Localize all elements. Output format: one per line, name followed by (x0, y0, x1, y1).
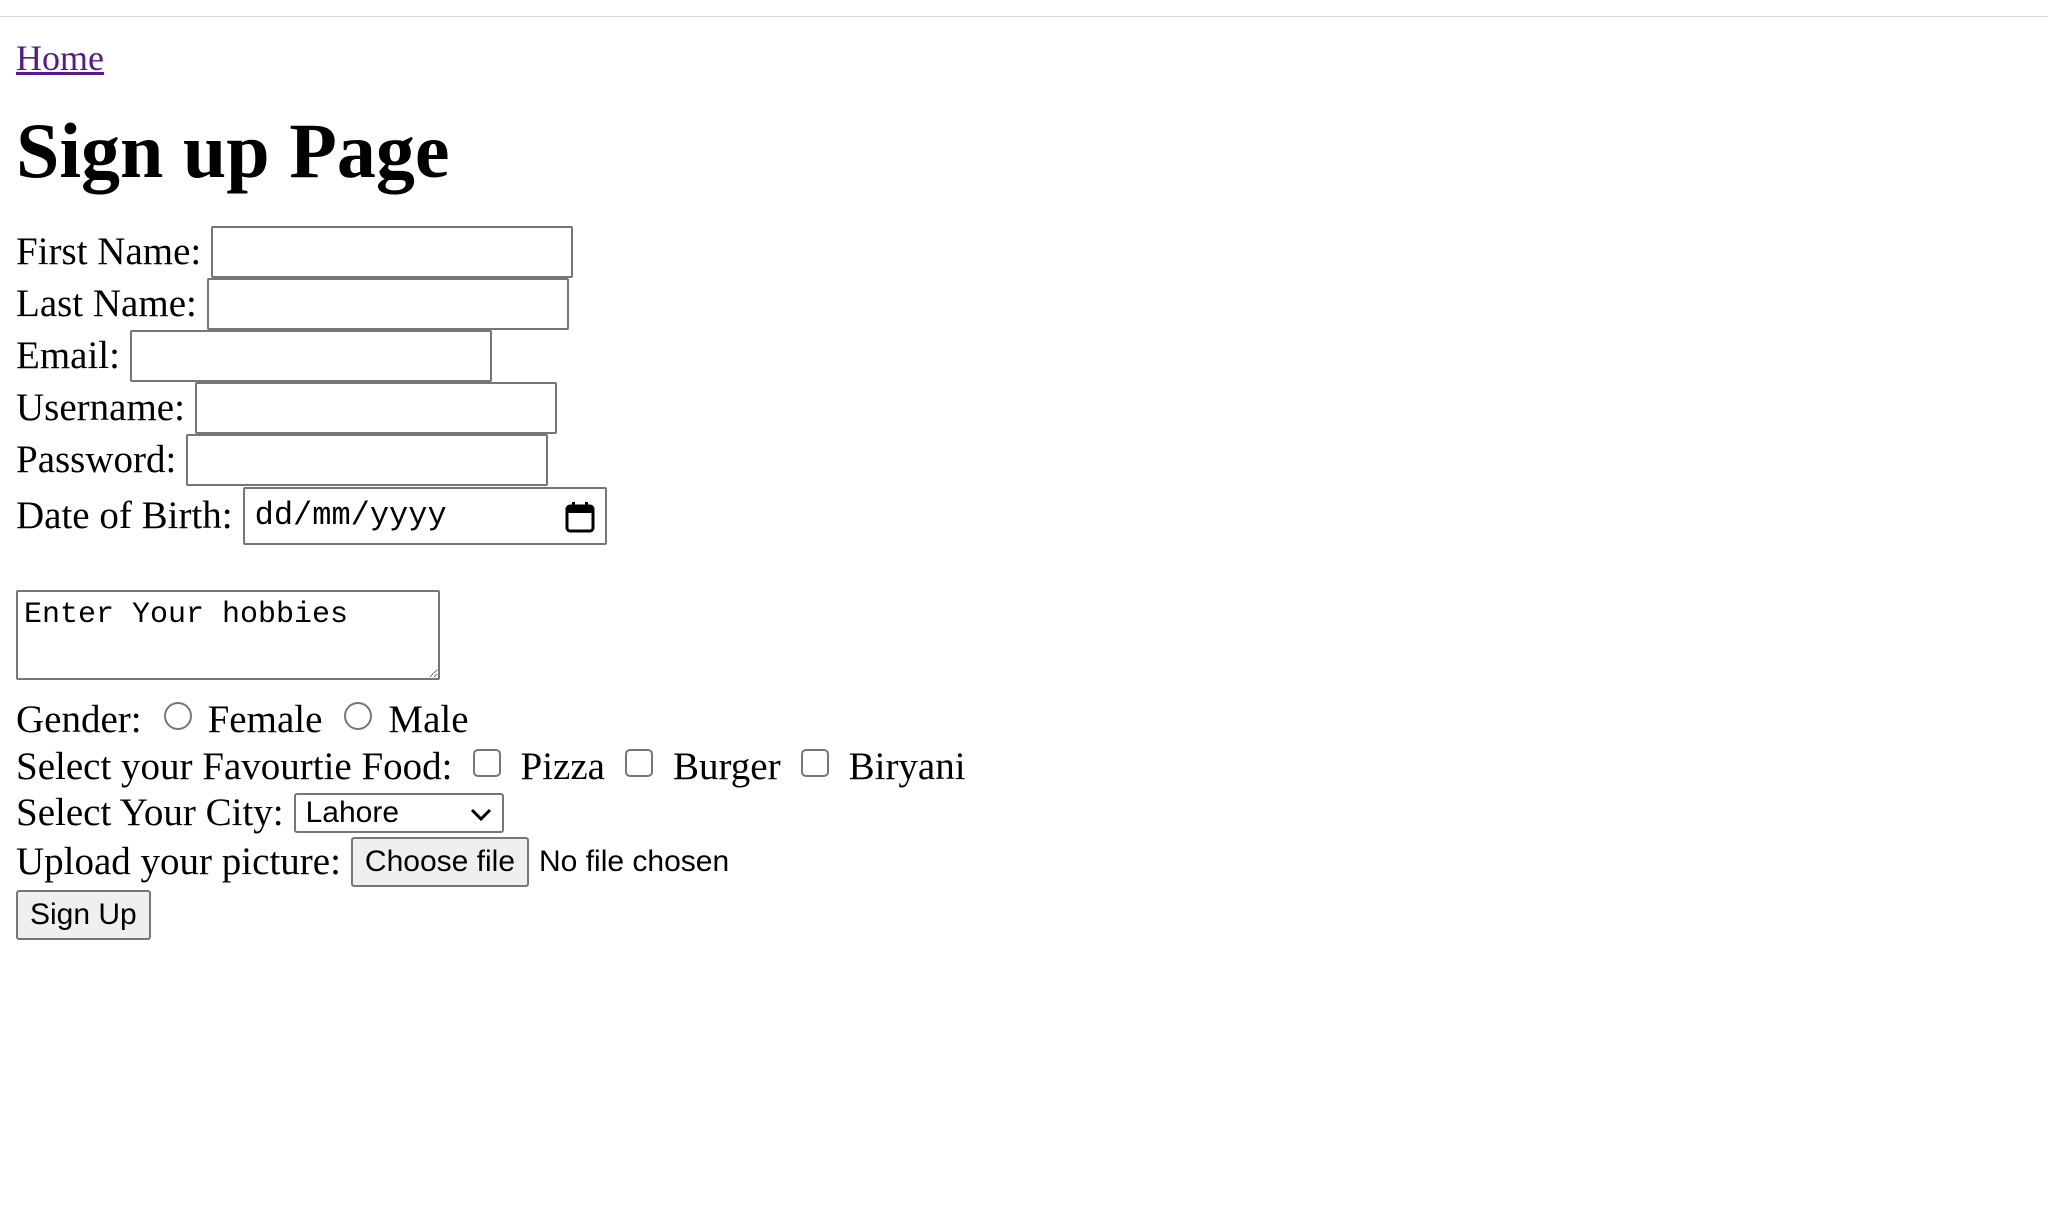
food-burger-label: Burger (673, 745, 781, 788)
food-pizza-label: Pizza (520, 745, 605, 788)
food-biryani-checkbox[interactable] (800, 749, 829, 777)
signup-form: First Name: Last Name: Email: Username: … (16, 226, 2016, 942)
gender-male-label: Male (388, 698, 469, 741)
first-name-label: First Name: (16, 230, 202, 273)
email-row: Email: (16, 330, 2016, 382)
first-name-input[interactable] (211, 226, 574, 278)
city-row: Select Your City: Lahore (16, 790, 2016, 836)
last-name-row: Last Name: (16, 278, 2016, 330)
food-row: Select your Favourtie Food: Pizza Burger… (16, 744, 2016, 790)
calendar-icon[interactable] (565, 500, 595, 533)
choose-file-button[interactable]: Choose file (350, 837, 530, 887)
username-input[interactable] (194, 382, 557, 434)
sign-up-button[interactable]: Sign Up (16, 890, 151, 940)
signup-page: Home Sign up Page First Name: Last Name:… (16, 34, 2016, 942)
username-row: Username: (16, 382, 2016, 434)
submit-row: Sign Up (16, 888, 2016, 942)
dob-input[interactable]: dd/mm/yyyy (242, 487, 607, 545)
last-name-label: Last Name: (16, 282, 197, 325)
home-link[interactable]: Home (16, 34, 104, 82)
city-selected-value: Lahore (305, 796, 400, 829)
first-name-row: First Name: (16, 226, 2016, 278)
dob-placeholder: dd/mm/yyyy (254, 497, 447, 534)
browser-top-edge (0, 0, 2048, 17)
chevron-down-icon (470, 788, 492, 838)
no-file-text: No file chosen (539, 845, 730, 878)
gender-row: Gender: Female Male (16, 696, 2016, 744)
gender-label: Gender: (16, 698, 142, 741)
food-biryani-label: Biryani (848, 745, 966, 788)
city-label: Select Your City: (16, 791, 284, 834)
gender-male-radio[interactable] (344, 702, 373, 730)
city-select[interactable]: Lahore (293, 793, 504, 833)
food-pizza-checkbox[interactable] (472, 749, 501, 777)
email-label: Email: (16, 334, 120, 377)
page-title: Sign up Page (16, 107, 450, 194)
hobbies-textarea[interactable] (16, 590, 440, 680)
password-input[interactable] (186, 434, 549, 486)
dob-row: Date of Birth: dd/mm/yyyy (16, 486, 2016, 546)
password-label: Password: (16, 438, 177, 481)
email-input[interactable] (129, 330, 492, 382)
food-label: Select your Favourtie Food: (16, 745, 453, 788)
last-name-input[interactable] (206, 278, 569, 330)
picture-label: Upload your picture: (16, 840, 341, 883)
password-row: Password: (16, 434, 2016, 486)
picture-row: Upload your picture: Choose file No file… (16, 836, 2016, 888)
gender-female-label: Female (207, 698, 323, 741)
dob-label: Date of Birth: (16, 494, 233, 537)
username-label: Username: (16, 386, 185, 429)
gender-female-radio[interactable] (163, 702, 192, 730)
food-burger-checkbox[interactable] (625, 749, 653, 777)
